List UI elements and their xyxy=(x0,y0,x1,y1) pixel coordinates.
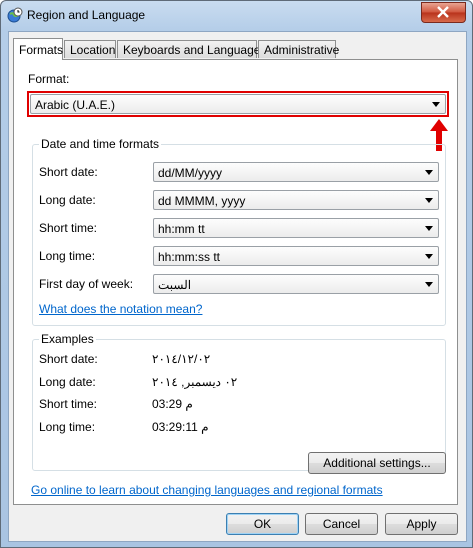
chevron-down-icon xyxy=(425,198,433,203)
ok-label: OK xyxy=(253,517,272,531)
additional-settings-button[interactable]: Additional settings... xyxy=(308,452,446,474)
chevron-down-icon xyxy=(425,282,433,287)
example-long-date-value: ٠٢ ديسمبر, ٢٠١٤ xyxy=(152,375,238,389)
apply-label: Apply xyxy=(406,517,437,531)
example-short-date-label: Short date: xyxy=(39,352,98,366)
date-time-formats-group: Date and time formats Short date: dd/MM/… xyxy=(32,137,446,326)
long-date-dropdown[interactable]: dd MMMM, yyyy xyxy=(153,190,439,210)
globe-clock-icon xyxy=(7,7,23,23)
notation-help-link[interactable]: What does the notation mean? xyxy=(39,302,202,316)
dialog-body: Formats Location Keyboards and Languages… xyxy=(8,31,467,542)
tab-formats[interactable]: Formats xyxy=(13,38,63,60)
tab-keyboards-and-languages[interactable]: Keyboards and Languages xyxy=(117,40,266,58)
example-short-date-value: ٢٠١٤/١٢/٠٢ xyxy=(152,352,211,366)
dialog-window: Region and Language Formats Location Key… xyxy=(0,0,473,548)
long-date-value: dd MMMM, yyyy xyxy=(158,194,246,208)
example-long-time-value: 03:29:11 م xyxy=(152,420,209,434)
chevron-down-icon xyxy=(425,254,433,259)
short-date-value: dd/MM/yyyy xyxy=(158,166,223,180)
group-title-examples: Examples xyxy=(39,332,96,346)
short-time-label: Short time: xyxy=(39,221,98,235)
formats-panel: Format: Arabic (U.A.E.) Date and time fo… xyxy=(13,59,458,505)
long-time-value: hh:mm:ss tt xyxy=(158,250,221,264)
long-time-label: Long time: xyxy=(39,249,96,263)
example-short-time-value: 03:29 م xyxy=(152,397,193,411)
example-short-time-label: Short time: xyxy=(39,397,98,411)
long-date-label: Long date: xyxy=(39,193,96,207)
tab-location[interactable]: Location xyxy=(64,40,116,58)
short-date-label: Short date: xyxy=(39,165,98,179)
chevron-down-icon xyxy=(425,170,433,175)
first-day-of-week-label: First day of week: xyxy=(39,277,134,291)
example-long-date-label: Long date: xyxy=(39,375,96,389)
format-label: Format: xyxy=(28,72,70,86)
short-time-value: hh:mm tt xyxy=(158,222,205,236)
first-day-of-week-value: السبت xyxy=(158,278,192,292)
apply-button[interactable]: Apply xyxy=(385,513,458,535)
cancel-label: Cancel xyxy=(322,517,361,531)
first-day-of-week-dropdown[interactable]: السبت xyxy=(153,274,439,294)
highlight-box xyxy=(27,91,449,117)
tab-administrative[interactable]: Administrative xyxy=(258,40,339,58)
title-bar[interactable]: Region and Language xyxy=(1,1,472,31)
example-long-time-label: Long time: xyxy=(39,420,96,434)
short-time-dropdown[interactable]: hh:mm tt xyxy=(153,218,439,238)
window-title: Region and Language xyxy=(27,8,146,22)
chevron-down-icon xyxy=(425,226,433,231)
close-button[interactable] xyxy=(421,2,466,23)
short-date-dropdown[interactable]: dd/MM/yyyy xyxy=(153,162,439,182)
ok-button[interactable]: OK xyxy=(226,513,299,535)
long-time-dropdown[interactable]: hh:mm:ss tt xyxy=(153,246,439,266)
additional-settings-label: Additional settings... xyxy=(323,456,431,470)
group-title-date-time: Date and time formats xyxy=(39,137,162,151)
online-help-link[interactable]: Go online to learn about changing langua… xyxy=(31,483,383,497)
cancel-button[interactable]: Cancel xyxy=(305,513,378,535)
close-icon xyxy=(437,6,449,18)
